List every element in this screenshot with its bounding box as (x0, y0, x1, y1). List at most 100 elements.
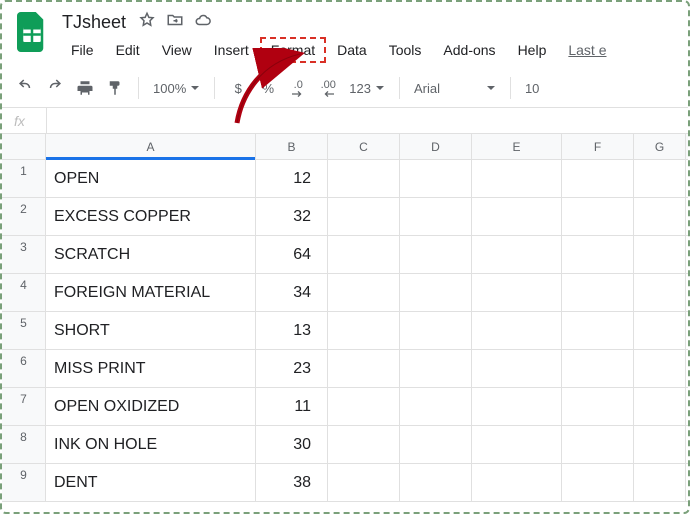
cell[interactable] (562, 236, 634, 273)
menu-insert[interactable]: Insert (203, 37, 260, 63)
cell[interactable] (634, 464, 686, 501)
cell[interactable] (400, 312, 472, 349)
menu-data[interactable]: Data (326, 37, 378, 63)
cell[interactable] (328, 426, 400, 463)
cell[interactable]: 13 (256, 312, 328, 349)
more-formats-select[interactable]: 123 (345, 75, 389, 101)
row-header[interactable]: 3 (2, 236, 46, 273)
row-header[interactable]: 8 (2, 426, 46, 463)
cell[interactable] (562, 426, 634, 463)
document-title[interactable]: TJsheet (60, 10, 128, 35)
menu-file[interactable]: File (60, 37, 105, 63)
cell[interactable] (562, 198, 634, 235)
format-percent-button[interactable]: % (255, 75, 281, 101)
zoom-select[interactable]: 100% (149, 75, 204, 101)
cell[interactable]: SHORT (46, 312, 256, 349)
cell[interactable] (562, 388, 634, 425)
cell[interactable] (472, 274, 562, 311)
cell[interactable] (400, 198, 472, 235)
row-header[interactable]: 9 (2, 464, 46, 501)
cell[interactable]: OPEN (46, 160, 256, 197)
row-header[interactable]: 7 (2, 388, 46, 425)
menu-edit[interactable]: Edit (105, 37, 151, 63)
cell[interactable]: DENT (46, 464, 256, 501)
cell[interactable] (328, 236, 400, 273)
cell[interactable] (472, 312, 562, 349)
move-folder-icon[interactable] (166, 11, 184, 34)
menu-format[interactable]: Format (260, 37, 326, 63)
cell[interactable] (328, 312, 400, 349)
select-all-corner[interactable] (2, 134, 46, 159)
row-header[interactable]: 5 (2, 312, 46, 349)
cell[interactable] (634, 388, 686, 425)
cell[interactable] (472, 198, 562, 235)
cell[interactable] (634, 274, 686, 311)
paint-format-button[interactable] (102, 75, 128, 101)
cell[interactable] (400, 236, 472, 273)
cell[interactable]: SCRATCH (46, 236, 256, 273)
cell[interactable]: 34 (256, 274, 328, 311)
cell[interactable]: 12 (256, 160, 328, 197)
cloud-status-icon[interactable] (194, 11, 212, 34)
column-header-e[interactable]: E (472, 134, 562, 159)
cell[interactable] (634, 426, 686, 463)
redo-button[interactable] (42, 75, 68, 101)
format-currency-button[interactable]: $ (225, 75, 251, 101)
cell[interactable] (328, 350, 400, 387)
cell[interactable] (562, 274, 634, 311)
cell[interactable] (328, 388, 400, 425)
last-edit-link[interactable]: Last e (557, 37, 617, 63)
cell[interactable] (472, 464, 562, 501)
print-button[interactable] (72, 75, 98, 101)
cell[interactable] (472, 160, 562, 197)
cell[interactable]: OPEN OXIDIZED (46, 388, 256, 425)
cell[interactable] (400, 388, 472, 425)
cell[interactable] (562, 464, 634, 501)
cell[interactable] (472, 388, 562, 425)
cell[interactable] (634, 160, 686, 197)
increase-decimal-button[interactable]: .00 (315, 75, 341, 101)
cell[interactable]: 23 (256, 350, 328, 387)
cell[interactable] (562, 312, 634, 349)
font-size-select[interactable]: 10 (521, 75, 543, 101)
cell[interactable]: 32 (256, 198, 328, 235)
cell[interactable]: INK ON HOLE (46, 426, 256, 463)
cell[interactable]: FOREIGN MATERIAL (46, 274, 256, 311)
cell[interactable]: 38 (256, 464, 328, 501)
cell[interactable] (328, 274, 400, 311)
column-header-a[interactable]: A (46, 134, 256, 159)
cell[interactable]: 64 (256, 236, 328, 273)
column-header-g[interactable]: G (634, 134, 686, 159)
cell[interactable] (328, 198, 400, 235)
row-header[interactable]: 4 (2, 274, 46, 311)
cell[interactable] (400, 464, 472, 501)
cell[interactable] (328, 160, 400, 197)
column-header-f[interactable]: F (562, 134, 634, 159)
cell[interactable] (562, 160, 634, 197)
cell[interactable] (400, 274, 472, 311)
sheets-logo-icon[interactable] (14, 10, 50, 54)
row-header[interactable]: 1 (2, 160, 46, 197)
cell[interactable] (400, 426, 472, 463)
cell[interactable] (634, 350, 686, 387)
row-header[interactable]: 2 (2, 198, 46, 235)
cell[interactable] (400, 350, 472, 387)
cell[interactable] (634, 198, 686, 235)
cell[interactable] (634, 236, 686, 273)
undo-button[interactable] (12, 75, 38, 101)
cell[interactable] (472, 236, 562, 273)
cell[interactable] (634, 312, 686, 349)
menu-tools[interactable]: Tools (378, 37, 433, 63)
column-header-d[interactable]: D (400, 134, 472, 159)
formula-input[interactable] (46, 108, 688, 133)
cell[interactable] (472, 350, 562, 387)
cell[interactable]: 30 (256, 426, 328, 463)
column-header-c[interactable]: C (328, 134, 400, 159)
star-icon[interactable] (138, 11, 156, 34)
menu-view[interactable]: View (151, 37, 203, 63)
cell[interactable] (328, 464, 400, 501)
row-header[interactable]: 6 (2, 350, 46, 387)
cell[interactable]: 11 (256, 388, 328, 425)
cell[interactable]: EXCESS COPPER (46, 198, 256, 235)
cell[interactable]: MISS PRINT (46, 350, 256, 387)
